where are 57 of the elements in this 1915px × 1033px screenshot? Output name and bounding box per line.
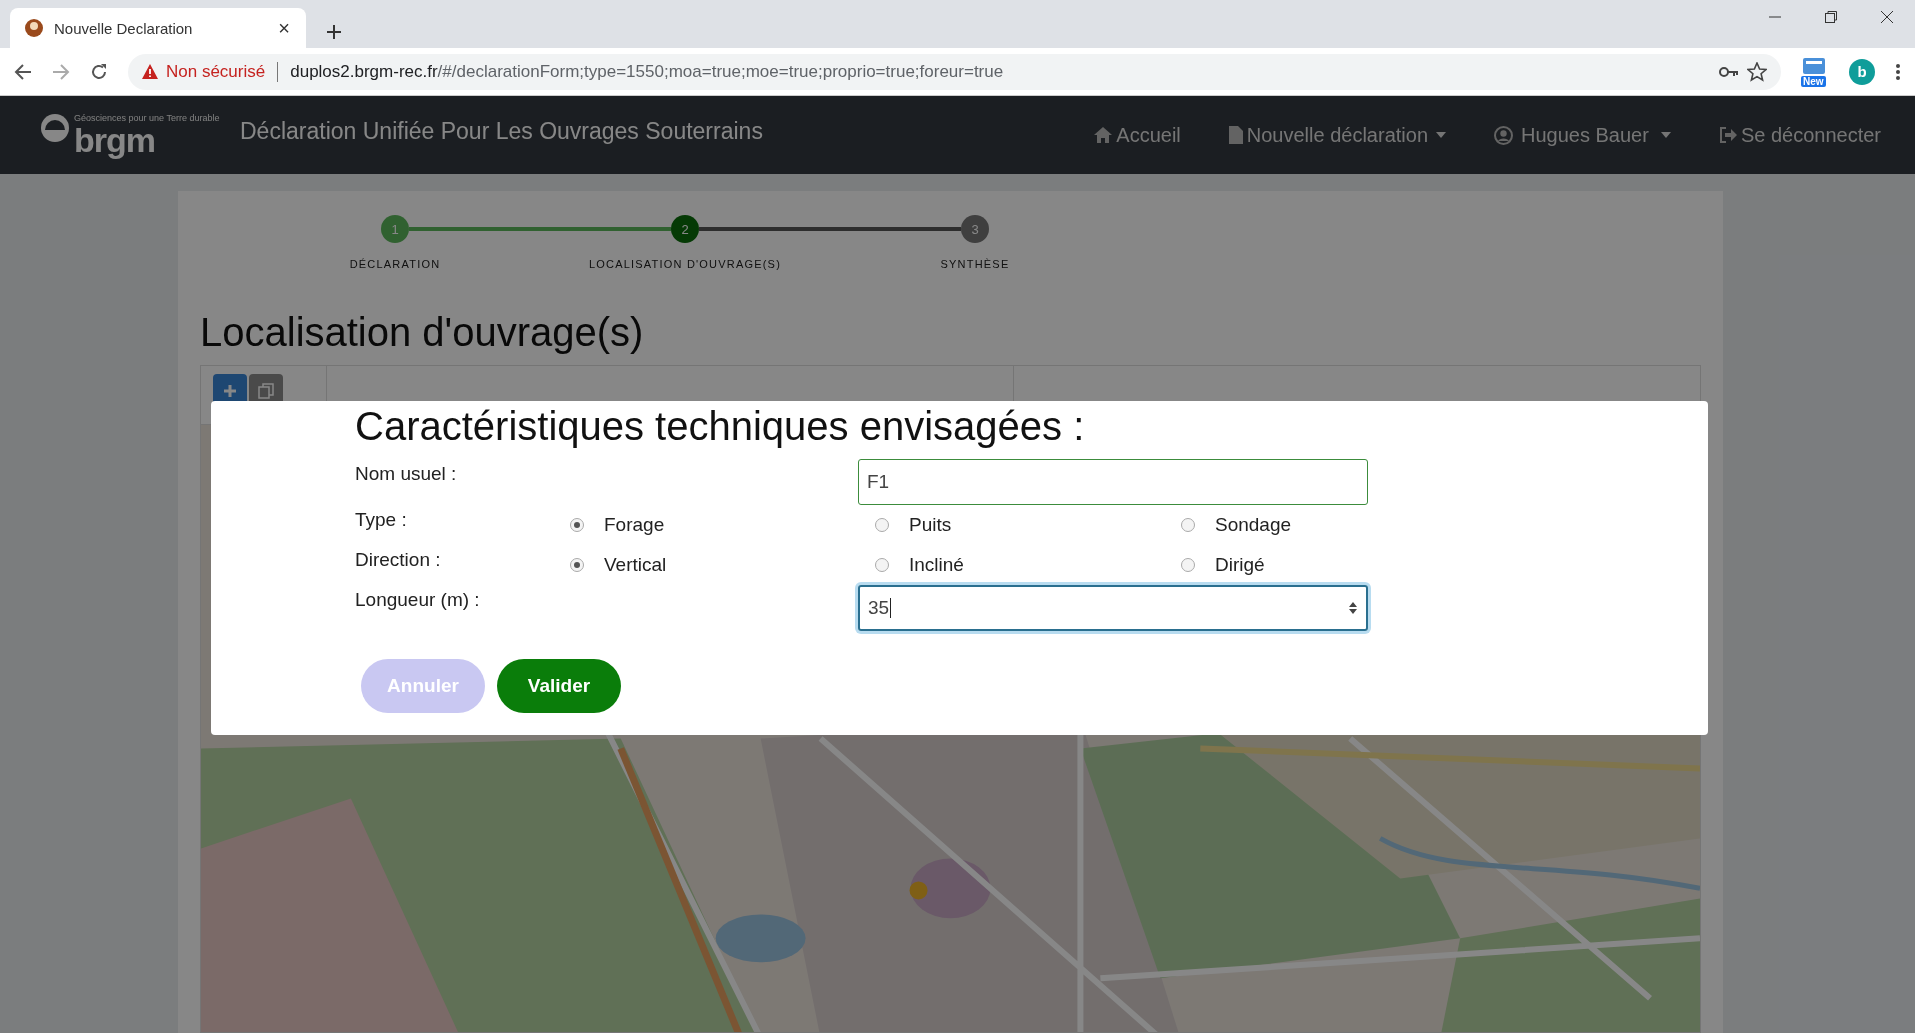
radio-button[interactable] [875,518,889,532]
browser-tab[interactable]: Nouvelle Declaration × [10,8,306,48]
profile-avatar[interactable]: b [1849,58,1875,85]
radio-button[interactable] [875,558,889,572]
address-bar[interactable]: Non sécurisé duplos2.brgm-rec.fr/#/declarationForm;type=1550;moa=true;moe=true;proprio=true;foreur=true [128,53,1781,90]
option-label: Puits [909,514,952,536]
radio-button[interactable] [1181,558,1195,572]
option-label: Incliné [909,554,964,576]
page-title: Localisation d'ouvrage(s) [200,310,645,355]
radio-button[interactable] [1181,518,1195,532]
nav-dropdown[interactable]: Nouvelle déclaration [1228,123,1446,147]
option-label: Dirigé [1215,554,1265,576]
nav-dropdown[interactable]: Hugues Bauer [1494,123,1671,147]
option-label: Vertical [604,554,667,576]
logo-icon [40,113,70,143]
radio-button[interactable] [570,558,584,572]
menu-icon[interactable] [1895,62,1901,81]
new-tab-icon[interactable] [326,24,342,40]
plus-icon [223,384,237,398]
nav-link[interactable]: Se déconnecter [1718,123,1881,147]
step-indicator[interactable]: 3 [961,215,989,243]
extension-button[interactable]: New [1801,56,1829,87]
copy-icon [258,383,274,399]
warning-icon [142,64,158,79]
logout-icon [1718,127,1737,143]
close-icon[interactable] [1880,10,1894,24]
field-label: Direction : [355,548,442,572]
spinner-icon[interactable] [1348,600,1358,616]
nav-link[interactable]: Accueil [1094,123,1181,147]
step-label: DÉCLARATION [349,258,441,270]
close-tab-button[interactable]: × [274,16,294,40]
home-icon [1094,127,1113,143]
back-icon[interactable] [14,62,32,81]
security-label: Non sécurisé [166,61,266,82]
radio-button[interactable] [570,518,584,532]
option-label: Sondage [1215,514,1292,536]
file-icon [1228,126,1243,144]
text-field[interactable]: F1 [858,459,1368,505]
modal-title: Caractéristiques techniques envisagées : [355,403,1086,449]
app-title: Déclaration Unifiée Pour Les Ouvrages Souterrains [240,117,763,145]
field-label: Type : [355,508,408,532]
option-label: Forage [604,514,665,536]
submit-button[interactable]: Valider [497,659,621,713]
step-label: LOCALISATION D'OUVRAGE(S) [588,258,781,270]
step-label: SYNTHÈSE [940,258,1010,270]
user-icon [1494,125,1513,145]
key-icon[interactable] [1719,65,1739,78]
tab-title: Nouvelle Declaration [54,19,194,37]
logo-tagline: Géosciences pour une Terre durable [74,113,220,123]
reload-icon[interactable] [90,62,108,81]
number-field[interactable]: 35 [858,585,1368,631]
step-indicator[interactable]: 2 [671,215,699,243]
star-icon[interactable] [1747,61,1767,82]
logo-text: brgm [74,123,156,157]
step-indicator[interactable]: 1 [381,215,409,243]
restore-icon[interactable] [1824,10,1838,24]
url-text: duplos2.brgm-rec.fr/#/declarationForm;type=1550;moa=true;moe=true;proprio=true;foreur=true [290,61,1004,82]
